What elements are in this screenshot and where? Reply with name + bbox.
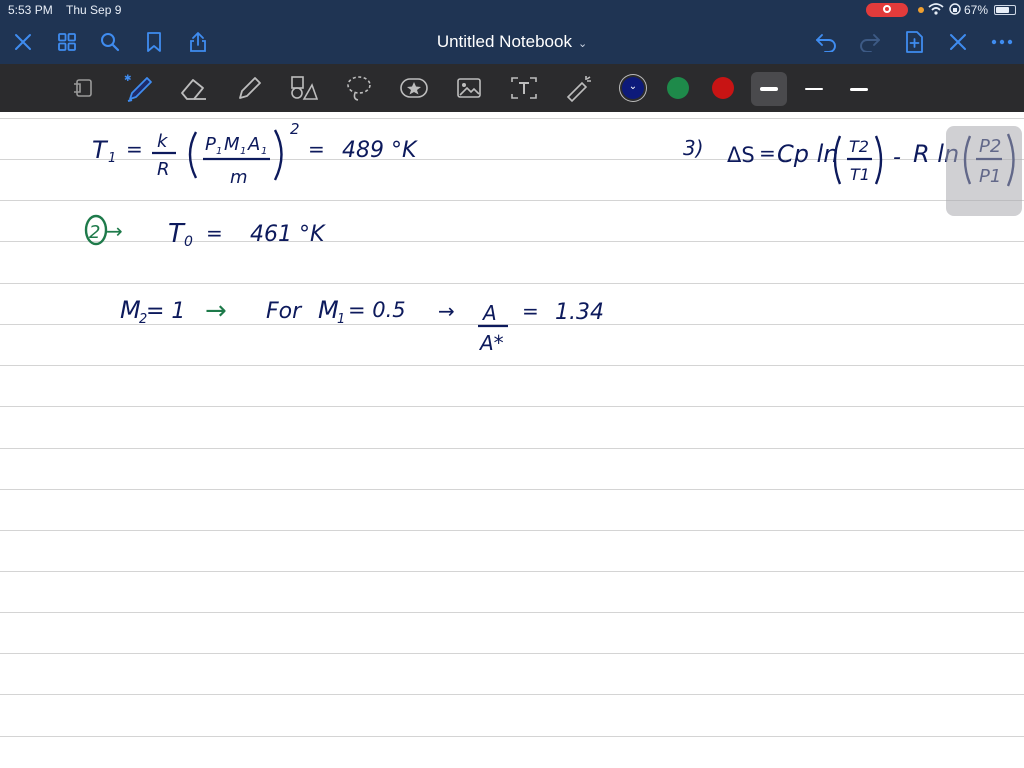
delta-s: ΔS [727,143,755,167]
thickness-thick[interactable] [751,72,787,106]
a1-symbol: A [247,134,260,155]
page-scroller-thumb[interactable] [946,126,1022,216]
color-swatch-navy[interactable]: ⌄ [622,77,644,99]
notebook-page[interactable]: T 1 = k R P 1 M 1 A 1 m 2 = 489 °K 2 → T [0,112,1024,768]
chevron-down-icon: ⌄ [577,38,588,50]
step-2-group: 2 → T 0 = 461 °K [84,214,326,250]
m1-symbol: M [224,134,240,155]
m1-symbol: M [318,296,339,324]
k-symbol: k [157,131,169,152]
right-paren [273,129,283,181]
lasso-icon[interactable] [344,74,374,102]
chevron-down-icon: ⌄ [628,81,638,92]
exponent: 2 [290,120,300,138]
a1-subscript: 1 [261,146,267,157]
equals-sign: = [522,299,539,323]
wifi-icon [928,2,944,19]
sticker-icon[interactable] [399,74,429,102]
step-2-arrow: → [106,219,123,243]
step-2-label: 2 [89,222,100,243]
handwritten-notes: T 1 = k R P 1 M 1 A 1 m 2 = 489 °K 2 → T [84,120,1015,355]
equals-sign: = [308,137,325,161]
screen-recording-icon [866,3,908,17]
area-ratio-line: M 2 = 1 → For M 1 = 0.5 → A A* = 1.34 [120,296,604,355]
t2-symbol: T2 [849,137,869,156]
m-symbol: m [230,167,248,188]
a-symbol: A [481,301,497,325]
eraser-icon[interactable] [178,74,208,102]
redo-icon[interactable] [857,29,883,55]
battery-percent: 67% [964,3,989,17]
r-symbol: R [157,159,170,180]
status-date: Thu Sep 9 [66,3,122,17]
m2-value: = 1 [146,299,185,324]
status-bar: 5:53 PM Thu Sep 9 67% [0,0,1024,20]
text-icon[interactable] [509,74,539,102]
equals-sign: = [759,141,776,165]
svg-text:✱: ✱ [124,73,132,83]
step-3-label: 3) [683,136,704,160]
highlighter-icon[interactable] [234,74,264,102]
p1-subscript: 1 [216,146,222,157]
battery-icon [994,5,1016,15]
image-icon[interactable] [454,74,484,102]
pen-icon[interactable]: ✱ [124,73,154,102]
color-swatch-green[interactable] [667,77,689,99]
m2-symbol: M [120,296,141,324]
t1-subscript: 1 [108,151,116,166]
equation-stagnation-temperature: T 1 = k R P 1 M 1 A 1 m 2 = 489 °K [92,120,418,188]
t1-result: 489 °K [342,138,418,163]
equals-sign: = [126,137,143,161]
minus-sign: - [893,145,901,170]
more-icon[interactable] [989,29,1015,55]
m1-value: = 0.5 [348,298,406,322]
m1-subscript: 1 [337,312,345,327]
thickness-thin[interactable] [796,72,832,106]
color-swatch-red[interactable] [712,77,734,99]
arrow: → [438,299,455,323]
for-label: For [266,299,303,324]
orientation-lock-icon [948,2,962,19]
lasso-view-icon[interactable] [68,74,98,102]
t1-symbol: T [92,136,109,164]
t1-symbol: T1 [850,165,870,184]
nav-bar: Untitled Notebook ⌄ [0,20,1024,64]
mic-indicator-icon [918,7,924,13]
status-time: 5:53 PM [8,3,53,17]
a-star-symbol: A* [478,331,504,355]
equals-sign: = [206,221,223,245]
laser-pointer-icon[interactable] [564,74,594,103]
add-page-icon[interactable] [901,29,927,55]
drawing-toolbar: ✱ ⌄ [0,64,1024,112]
right-paren [874,135,883,185]
undo-icon[interactable] [813,29,839,55]
m1-subscript: 1 [240,146,246,157]
shapes-icon[interactable] [288,74,318,102]
arrow: → [205,296,227,326]
notebook-title-label: Untitled Notebook [436,32,572,51]
p1-symbol: P [205,134,216,155]
close-all-icon[interactable] [945,29,971,55]
thickness-medium[interactable] [841,72,877,106]
cp-ln: Cp ln [777,140,839,168]
left-paren [188,131,198,179]
t0-result: 461 °K [250,222,326,247]
t0-subscript: 0 [184,234,193,250]
area-ratio-result: 1.34 [555,300,604,325]
